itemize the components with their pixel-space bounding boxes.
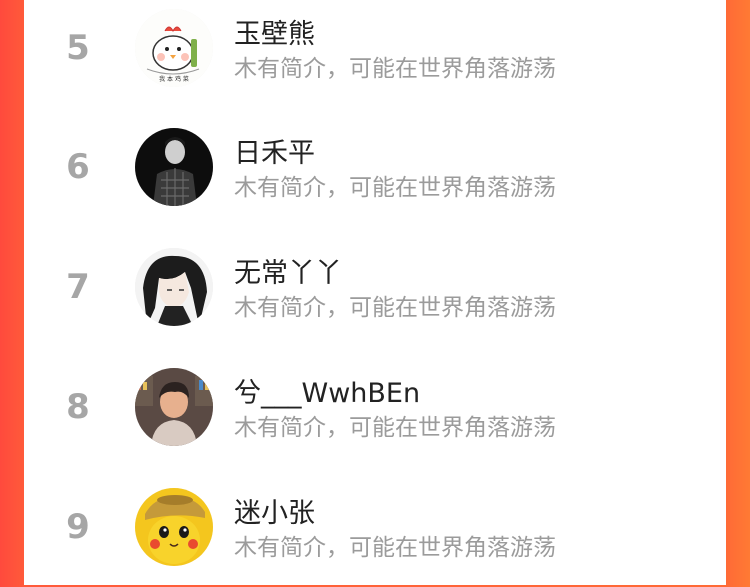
user-bio: 木有简介，可能在世界角落游荡 xyxy=(234,295,556,321)
cartoon-chicken-avatar-icon[interactable]: 我 本 鸡 菜 xyxy=(135,9,213,87)
dark-portrait-avatar-icon[interactable] xyxy=(135,128,213,206)
username[interactable]: 日禾平 xyxy=(234,131,315,170)
user-bio: 木有简介，可能在世界角落游荡 xyxy=(234,175,556,201)
rank-number: 6 xyxy=(66,147,90,187)
rank-number: 5 xyxy=(66,28,90,68)
ranking-row-6[interactable]: 6 日禾平 木有简介，可能在世界角落游荡 xyxy=(24,107,726,227)
ranking-card: 5 我 本 鸡 菜 玉壁熊 木有简介，可能在世界角落游荡 6 日禾平 木有简介，… xyxy=(24,0,726,585)
ranking-row-9[interactable]: 9 迷小张 木有简介，可能在世界角落游荡 xyxy=(24,467,726,587)
username[interactable]: 迷小张 xyxy=(234,491,315,530)
rank-number: 7 xyxy=(66,267,90,307)
rank-number: 9 xyxy=(66,507,90,547)
user-bio: 木有简介，可能在世界角落游荡 xyxy=(234,415,556,441)
ranking-row-8[interactable]: 8 兮___WwhBEn 木有简介，可能在世界角落游荡 xyxy=(24,347,726,467)
user-bio: 木有简介，可能在世界角落游荡 xyxy=(234,56,556,82)
username[interactable]: 无常丫丫 xyxy=(234,251,342,290)
pikachu-avatar-icon[interactable] xyxy=(135,488,213,566)
illustrated-boy-avatar-icon[interactable] xyxy=(135,368,213,446)
svg-text:我 本 鸡 菜: 我 本 鸡 菜 xyxy=(159,75,189,83)
username[interactable]: 兮___WwhBEn xyxy=(234,371,420,410)
rank-number: 8 xyxy=(66,387,90,427)
ranking-row-5[interactable]: 5 我 本 鸡 菜 玉壁熊 木有简介，可能在世界角落游荡 xyxy=(24,0,726,108)
user-bio: 木有简介，可能在世界角落游荡 xyxy=(234,535,556,561)
ranking-row-7[interactable]: 7 无常丫丫 木有简介，可能在世界角落游荡 xyxy=(24,227,726,347)
username[interactable]: 玉壁熊 xyxy=(234,12,315,51)
anime-boy-avatar-icon[interactable] xyxy=(135,248,213,326)
